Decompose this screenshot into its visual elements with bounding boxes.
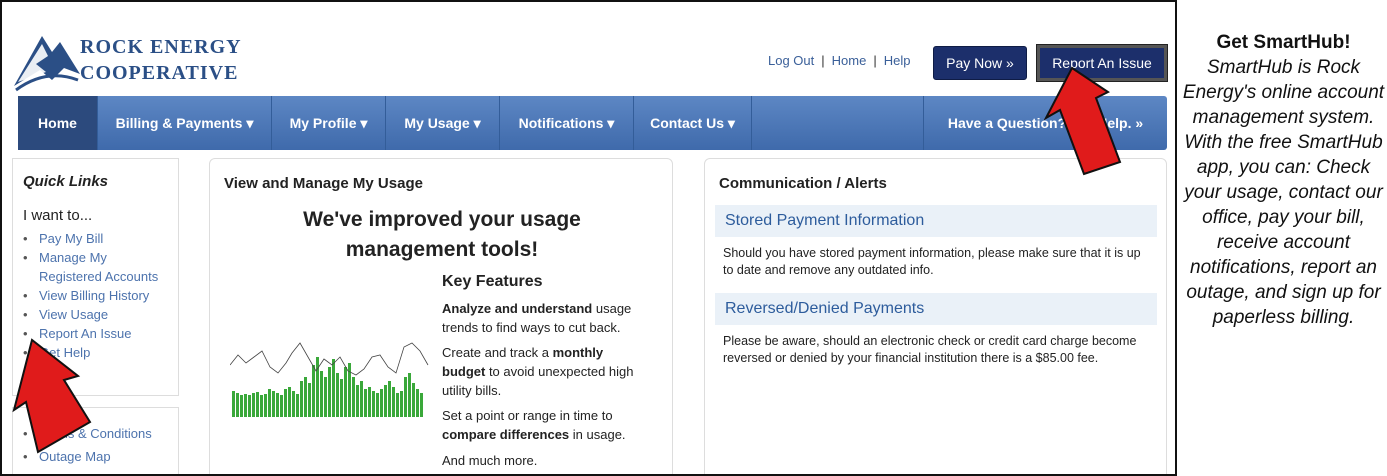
separator: |: [873, 53, 877, 68]
feature-analyze-bold: Analyze and understand: [442, 301, 593, 316]
screenshot-frame: ROCK ENERGY COOPERATIVE Log Out | Home | Hel…: [0, 0, 1177, 476]
quick-link-pay-bill[interactable]: Pay My Bill: [23, 229, 173, 248]
quick-link-billing-history[interactable]: View Billing History: [23, 286, 173, 305]
feature-compare-pre: Set a point or range in time to: [442, 408, 613, 423]
smarthub-description: SmartHub is Rock Energy's online account…: [1182, 57, 1385, 328]
log-out-link[interactable]: Log Out: [768, 53, 814, 68]
nav-my-usage[interactable]: My Usage ▾: [386, 96, 500, 150]
header-links: Log Out | Home | Help: [768, 53, 910, 68]
mountain-logo-icon: [14, 36, 80, 92]
reversed-payments-text: Please be aware, should an electronic ch…: [723, 334, 1137, 365]
nav-home[interactable]: Home: [18, 96, 98, 150]
reversed-payments-heading: Reversed/Denied Payments: [715, 293, 1157, 325]
feature-compare: Set a point or range in time to compare …: [442, 406, 647, 444]
feature-budget: Create and track a monthly budget to avo…: [442, 343, 647, 400]
stored-payment-text: Should you have stored payment informati…: [723, 246, 1141, 277]
logo-line-2: COOPERATIVE: [80, 62, 239, 84]
usage-panel-title: View and Manage My Usage: [224, 175, 423, 192]
quick-links-title: Quick Links: [23, 173, 109, 190]
usage-headline: We've improved your usage management too…: [303, 208, 581, 261]
feature-budget-pre: Create and track a: [442, 345, 553, 360]
arrow-to-report-link-icon: [12, 338, 92, 454]
arrow-to-report-button-icon: [1043, 66, 1122, 176]
feature-compare-text: in usage.: [569, 427, 626, 442]
smarthub-title: Get SmartHub!: [1216, 32, 1351, 53]
nav-my-profile[interactable]: My Profile ▾: [272, 96, 386, 150]
feature-analyze: Analyze and understand usage trends to f…: [442, 299, 647, 337]
nav-notifications[interactable]: Notifications ▾: [500, 96, 634, 150]
home-link[interactable]: Home: [832, 53, 867, 68]
quick-link-manage-accounts[interactable]: Manage My Registered Accounts: [23, 248, 173, 286]
separator: |: [821, 53, 825, 68]
quick-link-view-usage[interactable]: View Usage: [23, 305, 173, 324]
quick-links-intro: I want to...: [23, 207, 93, 224]
key-features-title: Key Features: [442, 273, 543, 290]
alerts-panel-title: Communication / Alerts: [719, 175, 887, 192]
usage-bars: [232, 357, 423, 417]
usage-panel: View and Manage My Usage We've improved …: [209, 158, 673, 474]
logo-line-1: ROCK ENERGY: [80, 36, 242, 58]
nav-billing-payments[interactable]: Billing & Payments ▾: [98, 96, 272, 150]
nav-contact-us[interactable]: Contact Us ▾: [634, 96, 752, 150]
usage-chart-thumbnail: [230, 342, 429, 417]
main-nav: Home Billing & Payments ▾ My Profile ▾ M…: [18, 96, 1167, 150]
smarthub-promo: Get SmartHub! SmartHub is Rock Energy's …: [1180, 30, 1387, 330]
stored-payment-heading: Stored Payment Information: [715, 205, 1157, 237]
feature-more: And much more.: [442, 453, 538, 468]
help-link[interactable]: Help: [884, 53, 911, 68]
rock-energy-logo[interactable]: ROCK ENERGY COOPERATIVE: [12, 24, 272, 94]
feature-compare-bold: compare differences: [442, 427, 570, 442]
alerts-panel: Communication / Alerts Stored Payment In…: [704, 158, 1167, 474]
